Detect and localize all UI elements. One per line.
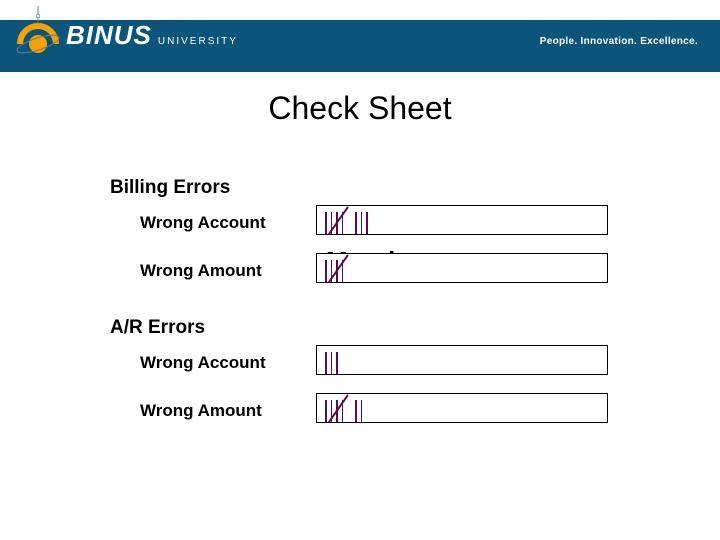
brand-tagline: People. Innovation. Excellence. <box>540 36 698 47</box>
category-heading: A/R Errors <box>110 317 660 339</box>
tally-group <box>355 398 362 422</box>
tally-group <box>355 210 368 234</box>
tally-group <box>325 258 343 282</box>
tally-cell <box>316 345 608 375</box>
brand-name-bold: BINUS <box>66 20 152 51</box>
tally-cell <box>316 205 608 235</box>
brand-logo: BINUS UNIVERSITY <box>14 4 238 66</box>
tally-mark <box>325 352 327 374</box>
row-label: Wrong Account <box>140 213 316 235</box>
tally-mark <box>361 400 363 422</box>
tally-row: Wrong Amount <box>110 393 660 423</box>
row-label: Wrong Account <box>140 353 316 375</box>
tally-container <box>317 206 607 234</box>
tally-row: Wrong Account <box>110 205 660 235</box>
tally-mark <box>325 212 327 234</box>
row-label: Wrong Amount <box>140 401 316 423</box>
tally-group <box>325 350 338 374</box>
category-heading: Billing Errors <box>110 177 660 199</box>
tally-container <box>317 394 607 422</box>
tally-group <box>325 210 343 234</box>
tally-mark <box>325 260 327 282</box>
tally-container <box>317 346 607 374</box>
brand-text: BINUS UNIVERSITY <box>66 20 238 51</box>
tally-group <box>325 398 343 422</box>
tally-mark <box>361 212 363 234</box>
tally-mark <box>355 212 357 234</box>
tally-cell <box>316 253 608 283</box>
slide-header: BINUS UNIVERSITY People. Innovation. Exc… <box>0 0 720 72</box>
tally-row: Wrong Account <box>110 345 660 375</box>
tally-row: Wrong Amount <box>110 253 660 283</box>
slide-title: Check Sheet <box>0 90 720 127</box>
tally-mark <box>331 352 333 374</box>
tally-mark <box>325 400 327 422</box>
tally-container <box>317 254 607 282</box>
row-label: Wrong Amount <box>140 261 316 283</box>
tally-mark <box>366 212 368 234</box>
tally-mark <box>355 400 357 422</box>
tally-mark <box>336 352 338 374</box>
check-sheet-content: Billing Errors Wrong Account Wrong Amount A… <box>110 177 660 423</box>
slide-body: Check Sheet Monday Billing ErrorsWrong A… <box>0 90 720 423</box>
logo-mark <box>14 4 62 66</box>
brand-name-light: UNIVERSITY <box>158 36 238 47</box>
tally-cell <box>316 393 608 423</box>
